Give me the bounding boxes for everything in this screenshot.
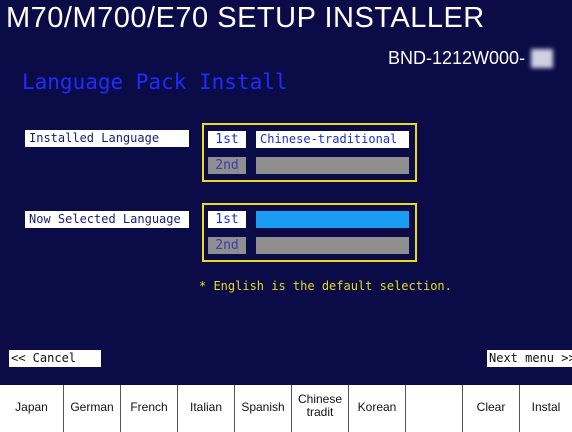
section-title: Language Pack Install xyxy=(22,70,288,94)
installer-title: M70/M700/E70 SETUP INSTALLER xyxy=(6,2,485,34)
installed-rank-2nd: 2nd xyxy=(208,157,246,174)
selected-rank-1st: 1st xyxy=(208,211,246,228)
softkey-spanish[interactable]: Spanish xyxy=(235,385,292,432)
softkey-japan[interactable]: Japan xyxy=(0,385,64,432)
installed-rank-1st: 1st xyxy=(208,131,246,148)
cancel-button[interactable]: << Cancel xyxy=(9,350,101,367)
installed-language-2nd-value xyxy=(256,157,409,174)
softkey-french[interactable]: French xyxy=(121,385,178,432)
installed-language-label: Installed Language xyxy=(25,130,189,147)
softkey-install[interactable]: Instal xyxy=(520,385,572,432)
installed-language-1st-value: Chinese-traditional xyxy=(256,131,409,148)
version-number: BND-1212W000- xyxy=(388,48,526,68)
softkey-korean[interactable]: Korean xyxy=(349,385,406,432)
selected-language-label: Now Selected Language xyxy=(25,211,189,228)
next-menu-button[interactable]: Next menu >> xyxy=(487,350,572,367)
selected-language-2nd-value[interactable] xyxy=(256,237,409,254)
default-selection-note: * English is the default selection. xyxy=(199,279,452,293)
version-suffix-blurred xyxy=(531,49,553,68)
softkey-clear[interactable]: Clear xyxy=(463,385,520,432)
softkey-german[interactable]: German xyxy=(64,385,121,432)
selected-language-1st-value[interactable] xyxy=(256,211,409,228)
selected-rank-2nd: 2nd xyxy=(208,237,246,254)
softkey-chinese-traditional[interactable]: Chinese tradit xyxy=(292,385,349,432)
softkey-blank[interactable] xyxy=(406,385,463,432)
softkey-italian[interactable]: Italian xyxy=(178,385,235,432)
